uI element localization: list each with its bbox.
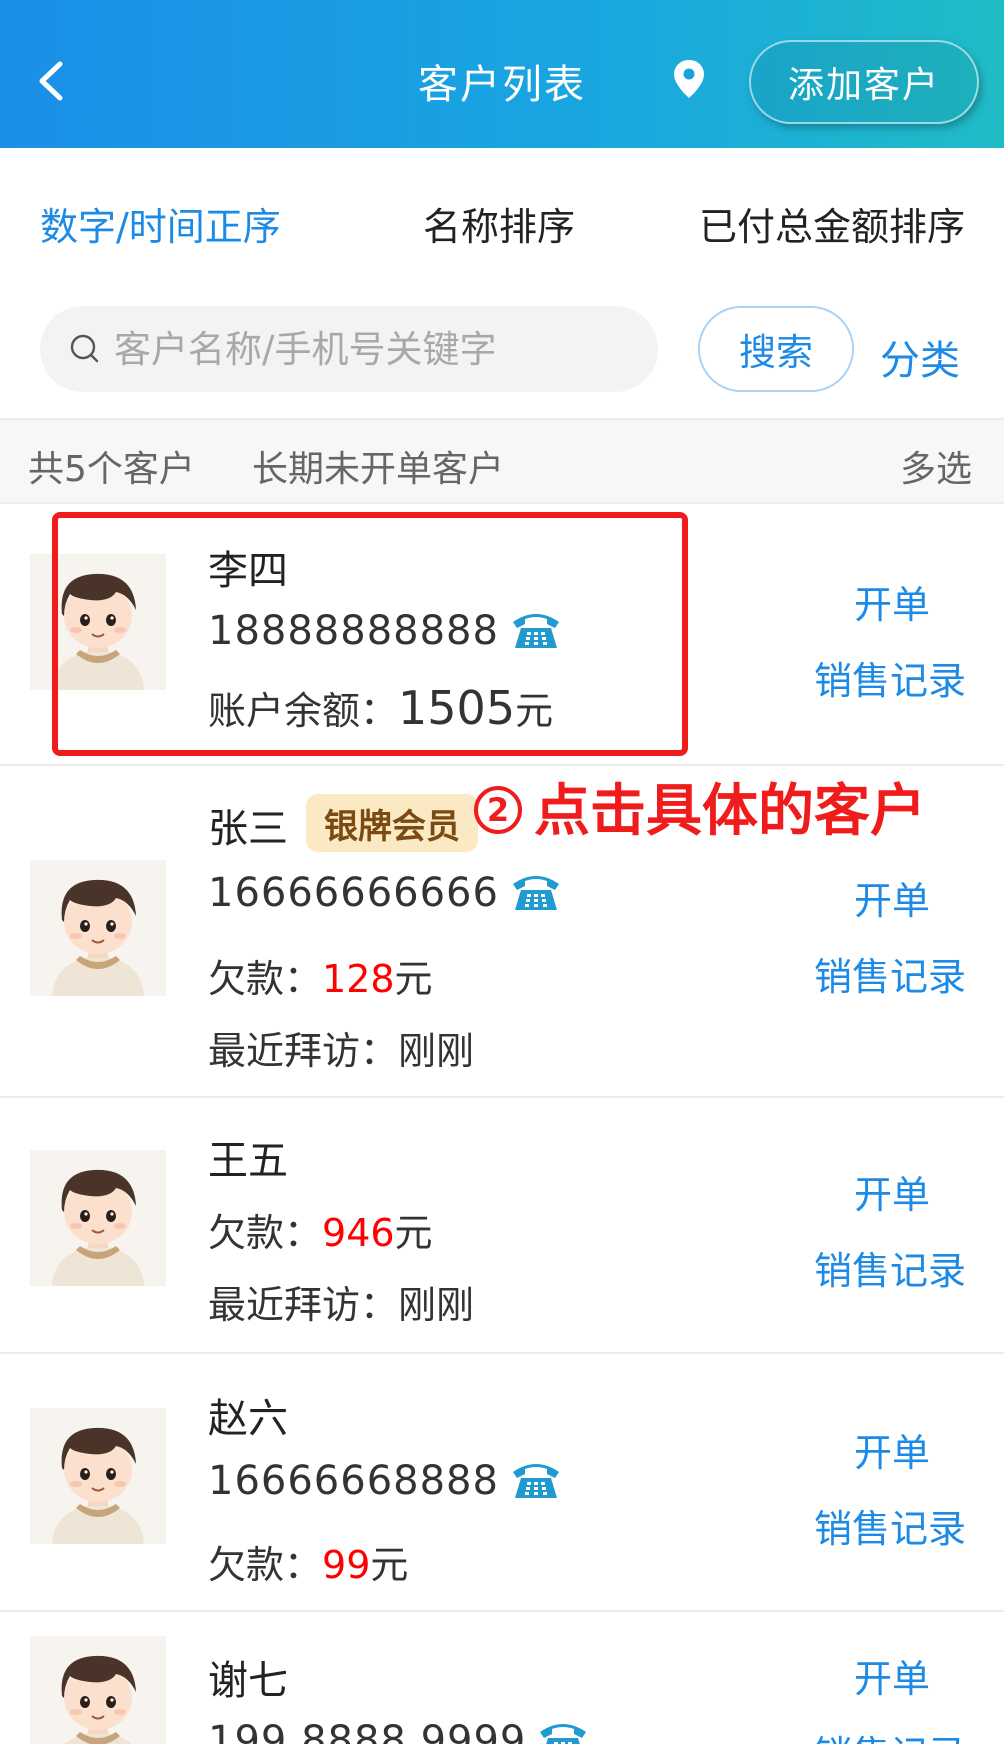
- avatar: [30, 860, 166, 996]
- open-order-button[interactable]: 开单: [854, 1422, 930, 1477]
- customer-row[interactable]: 谢七 199 8888 9999 开单 销售记录: [0, 1612, 1004, 1744]
- currency-unit: 元: [370, 1543, 409, 1587]
- currency-unit: 元: [394, 957, 433, 1001]
- telephone-icon[interactable]: [536, 1718, 590, 1744]
- currency-unit: 元: [394, 1211, 433, 1255]
- search-icon: [70, 334, 99, 363]
- customer-count: 共5个客户: [28, 449, 195, 490]
- customer-debt-line: 欠款：128元: [208, 948, 433, 1003]
- open-order-button[interactable]: 开单: [854, 1648, 930, 1703]
- customer-phone-line: 16666666666: [208, 870, 563, 916]
- sales-record-button[interactable]: 销售记录: [814, 1240, 966, 1295]
- visit-value: 刚刚: [398, 1283, 475, 1327]
- tab-sort-number-time[interactable]: 数字/时间正序: [40, 196, 281, 251]
- location-pin-icon[interactable]: [672, 58, 706, 100]
- visit-label: 最近拜访：: [208, 1283, 399, 1327]
- customer-phone-line: 16666668888: [208, 1458, 563, 1504]
- visit-value: 刚刚: [398, 1029, 475, 1073]
- telephone-icon[interactable]: [509, 870, 563, 912]
- category-button[interactable]: 分类: [880, 328, 960, 386]
- avatar: [30, 1408, 166, 1544]
- search-button[interactable]: 搜索: [698, 306, 854, 392]
- sales-record-button[interactable]: 销售记录: [814, 946, 966, 1001]
- customer-phone: 199 8888 9999: [208, 1718, 527, 1744]
- sales-record-button[interactable]: 销售记录: [814, 1498, 966, 1553]
- last-visit-line: 最近拜访：刚刚: [208, 1020, 474, 1075]
- multiselect-button[interactable]: 多选: [900, 440, 972, 492]
- customer-debt-line: 欠款：946元: [208, 1202, 433, 1257]
- debt-value: 99: [322, 1543, 371, 1587]
- highlight-box: [52, 512, 688, 756]
- inactive-customers-filter[interactable]: 长期未开单客户: [252, 440, 504, 492]
- annotation-callout: 2 点击具体的客户: [474, 766, 926, 847]
- sales-record-button[interactable]: 销售记录: [814, 1724, 966, 1744]
- customer-row[interactable]: 赵六 16666668888 欠款：99元 开单 销售记录: [0, 1354, 1004, 1612]
- avatar: [30, 1150, 166, 1286]
- open-order-button[interactable]: 开单: [854, 574, 930, 629]
- annotation-text: 点击具体的客户: [534, 779, 926, 844]
- debt-label: 欠款：: [208, 1211, 323, 1255]
- customer-phone: 16666668888: [208, 1458, 499, 1504]
- visit-label: 最近拜访：: [208, 1029, 399, 1073]
- last-visit-line: 最近拜访：刚刚: [208, 1274, 474, 1329]
- debt-label: 欠款：: [208, 957, 323, 1001]
- customer-name: 赵六: [208, 1396, 288, 1442]
- open-order-button[interactable]: 开单: [854, 870, 930, 925]
- app-header: 客户列表 添加客户: [0, 0, 1004, 148]
- step-number: 2: [474, 785, 522, 834]
- customer-phone: 16666666666: [208, 870, 499, 916]
- debt-value: 128: [322, 957, 395, 1001]
- sort-tabs: 数字/时间正序 名称排序 已付总金额排序: [0, 148, 1004, 288]
- customer-row[interactable]: 王五 欠款：946元 最近拜访：刚刚 开单 销售记录: [0, 1098, 1004, 1354]
- customer-name: 谢七: [208, 1658, 288, 1704]
- customer-name: 张三: [208, 806, 288, 852]
- add-customer-button[interactable]: 添加客户: [749, 40, 979, 124]
- search-input[interactable]: [114, 306, 634, 392]
- debt-label: 欠款：: [208, 1543, 323, 1587]
- customer-debt-line: 欠款：99元: [208, 1534, 408, 1589]
- tab-sort-name[interactable]: 名称排序: [423, 196, 575, 251]
- info-bar: 共5个客户 长期未开单客户 多选: [0, 420, 1004, 504]
- tab-sort-paid-amount[interactable]: 已付总金额排序: [699, 196, 965, 251]
- avatar: [30, 1636, 166, 1744]
- open-order-button[interactable]: 开单: [854, 1164, 930, 1219]
- customer-name: 王五: [208, 1138, 288, 1184]
- debt-value: 946: [322, 1211, 395, 1255]
- telephone-icon[interactable]: [509, 1458, 563, 1500]
- member-badge: 银牌会员: [306, 794, 478, 852]
- sales-record-button[interactable]: 销售记录: [814, 650, 966, 705]
- customer-phone-line: 199 8888 9999: [208, 1718, 590, 1744]
- search-box: [40, 306, 658, 392]
